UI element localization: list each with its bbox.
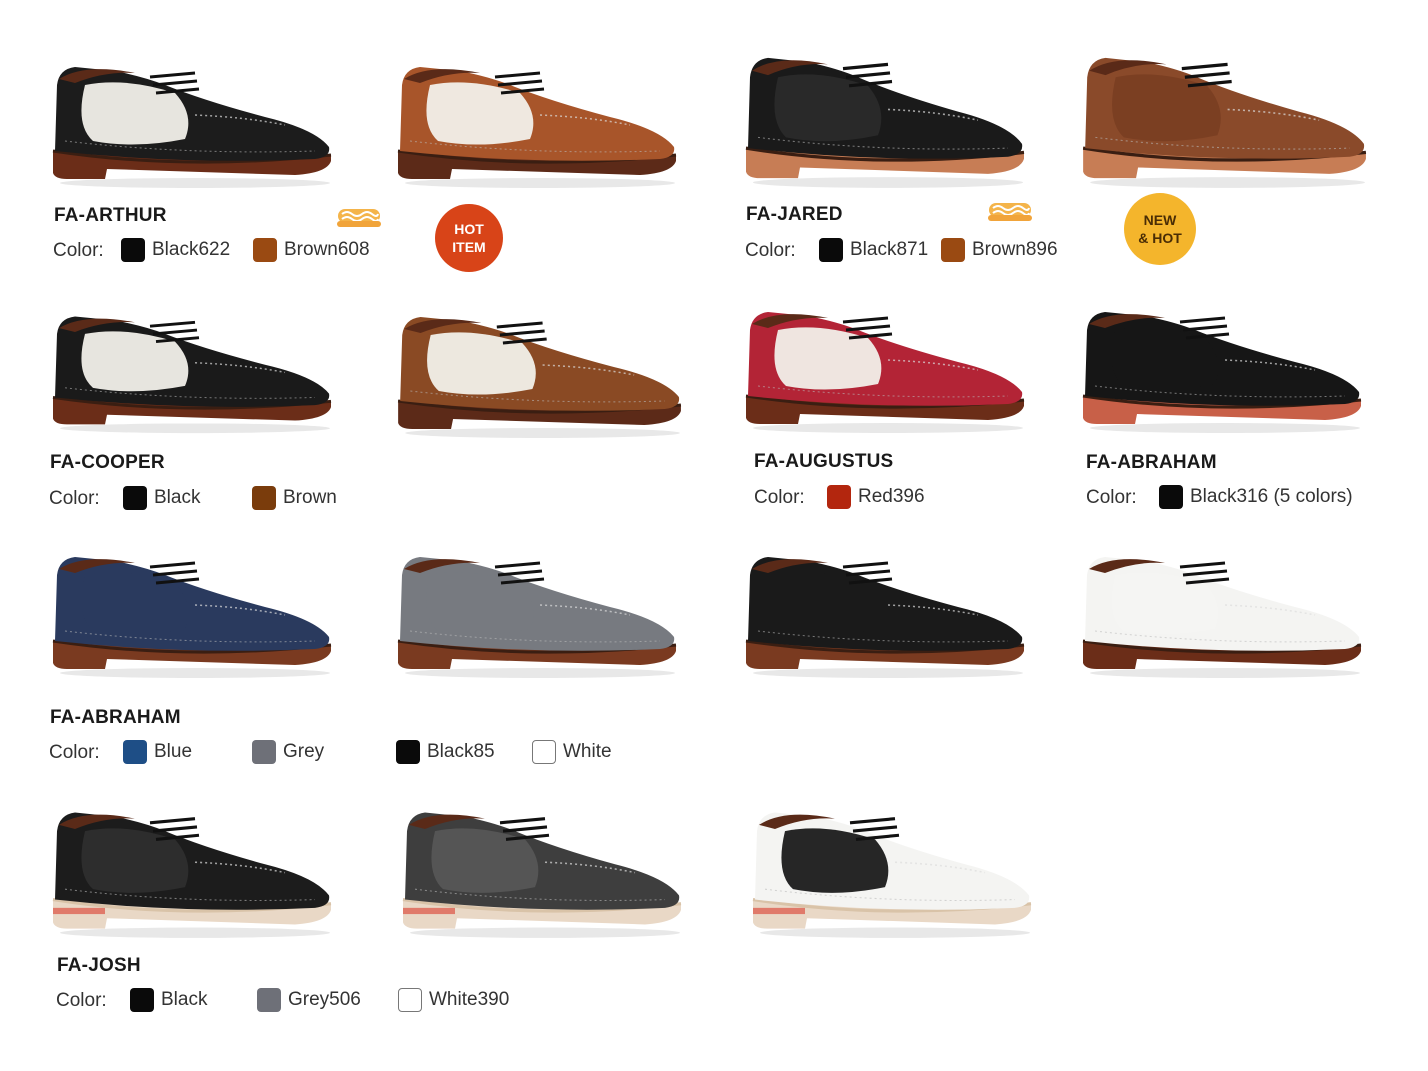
color-row: Color: Black Grey506 White390 <box>56 988 536 1014</box>
fa-abraham-white-shoe <box>1075 545 1365 680</box>
fa-abraham-black316-shoe <box>1075 300 1365 435</box>
color-option[interactable]: White <box>532 740 612 764</box>
color-name: Brown896 <box>972 239 1058 260</box>
color-label: Color: <box>754 487 805 508</box>
hot-item-badge: HOT ITEM <box>435 204 503 272</box>
color-label: Color: <box>1086 487 1137 508</box>
color-name: White390 <box>429 989 510 1010</box>
color-option[interactable]: Blue <box>123 740 192 764</box>
color-swatch <box>121 238 145 262</box>
color-name: Grey <box>283 741 325 762</box>
color-swatch <box>819 238 843 262</box>
color-label: Color: <box>49 742 100 763</box>
fa-abraham-blue-shoe <box>45 545 335 680</box>
color-option[interactable]: Brown <box>252 486 337 510</box>
color-option[interactable]: Grey506 <box>257 988 361 1012</box>
color-swatch <box>252 486 276 510</box>
fa-josh-grey506-shoe <box>395 800 685 940</box>
color-row: Color: Black622 Brown608 <box>53 238 413 264</box>
fa-jared-brown896-shoe <box>1075 45 1370 190</box>
color-row: Color: Black871 Brown896 <box>745 238 1105 264</box>
color-label: Color: <box>745 240 796 261</box>
color-name: Brown <box>283 487 337 508</box>
color-option[interactable]: Black871 <box>819 238 928 262</box>
color-label: Color: <box>56 990 107 1011</box>
product-title: FA-AUGUSTUS <box>754 451 894 472</box>
color-swatch <box>253 238 277 262</box>
product-title: FA-JARED <box>746 204 843 225</box>
color-swatch <box>1159 485 1183 509</box>
color-swatch <box>827 485 851 509</box>
color-name: Black <box>161 989 208 1010</box>
product-title: FA-JOSH <box>57 955 141 976</box>
product-title: FA-ARTHUR <box>54 205 167 226</box>
color-name: Blue <box>154 741 193 762</box>
color-option[interactable]: Black316 (5 colors) <box>1159 485 1353 509</box>
color-option[interactable]: Grey <box>252 740 324 764</box>
color-row: Color: Black316 (5 colors) <box>1086 485 1416 511</box>
color-swatch <box>252 740 276 764</box>
color-name: Brown608 <box>284 239 370 260</box>
color-row: Color: Red396 <box>754 485 1014 511</box>
fa-arthur-black622-shoe <box>45 55 335 190</box>
fa-cooper-brown-shoe <box>390 305 685 440</box>
hotdog-icon <box>336 203 382 229</box>
color-option[interactable]: Red396 <box>827 485 925 509</box>
color-name: Red396 <box>858 486 925 507</box>
color-label: Color: <box>49 488 100 509</box>
fa-josh-black-shoe <box>45 800 335 940</box>
color-name: Black85 <box>427 741 495 762</box>
fa-jared-black871-shoe <box>738 45 1028 190</box>
product-title: FA-ABRAHAM <box>1086 452 1217 473</box>
color-option[interactable]: Black <box>123 486 200 510</box>
color-swatch <box>532 740 556 764</box>
color-name: Black871 <box>850 239 929 260</box>
hotdog-icon <box>987 197 1033 223</box>
fa-abraham-black85-shoe <box>738 545 1028 680</box>
fa-abraham-grey-shoe <box>390 545 680 680</box>
color-row: Color: Blue Grey Black85 White <box>49 740 649 766</box>
color-swatch <box>396 740 420 764</box>
color-name: Black316 (5 colors) <box>1190 486 1353 507</box>
color-swatch <box>130 988 154 1012</box>
fa-josh-white390-shoe <box>745 800 1035 940</box>
fa-arthur-brown608-shoe <box>390 55 680 190</box>
color-swatch <box>398 988 422 1012</box>
color-option[interactable]: Black622 <box>121 238 230 262</box>
new-hot-badge: NEW & HOT <box>1124 193 1196 265</box>
fa-cooper-black-shoe <box>45 305 335 435</box>
color-name: Black622 <box>152 239 231 260</box>
color-swatch <box>123 486 147 510</box>
product-title: FA-ABRAHAM <box>50 707 181 728</box>
color-swatch <box>257 988 281 1012</box>
color-label: Color: <box>53 240 104 261</box>
color-swatch <box>941 238 965 262</box>
color-option[interactable]: Black85 <box>396 740 495 764</box>
color-swatch <box>123 740 147 764</box>
color-name: White <box>563 741 612 762</box>
color-option[interactable]: Brown608 <box>253 238 370 262</box>
product-title: FA-COOPER <box>50 452 165 473</box>
color-name: Grey506 <box>288 989 361 1010</box>
color-row: Color: Black Brown <box>49 486 369 512</box>
color-option[interactable]: Brown896 <box>941 238 1058 262</box>
color-option[interactable]: Black <box>130 988 207 1012</box>
fa-augustus-red396-shoe <box>738 300 1028 435</box>
color-name: Black <box>154 487 201 508</box>
color-option[interactable]: White390 <box>398 988 509 1012</box>
